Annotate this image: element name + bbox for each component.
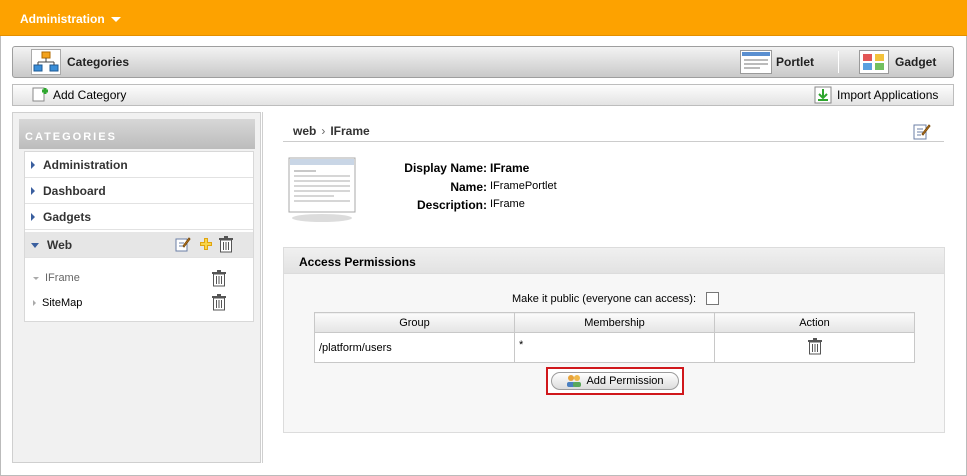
breadcrumb: web › IFrame [293,124,370,138]
tab-gadget-label: Gadget [895,55,937,69]
tab-categories[interactable]: Categories [31,49,129,75]
add-category-button[interactable]: Add Category [31,86,126,104]
subitem-iframe[interactable]: IFrame [25,266,253,290]
category-item-web[interactable]: Web [25,232,253,258]
add-permission-label: Add Permission [586,375,664,387]
access-permissions-heading: Access Permissions [284,248,944,274]
categories-heading: CATEGORIES [19,119,255,149]
make-public-row: Make it public (everyone can access): [512,292,720,305]
table-header-row: Group Membership Action [314,312,915,333]
edit-icon[interactable] [175,236,191,252]
import-applications-button[interactable]: Import Applications [814,86,938,104]
chevron-right-icon [31,212,35,221]
administration-menu[interactable]: Administration [20,12,121,26]
category-list: Administration Dashboard Gadgets Web IFr… [24,151,254,322]
chevron-down-icon [31,243,39,248]
panel-divider [262,112,263,463]
category-item-gadgets[interactable]: Gadgets [25,204,253,230]
chevron-down-icon [33,276,39,280]
application-detail: web › IFrame Display Name: IFrame Name: IF… [271,112,955,463]
toolbar: Add Category Import Applications [12,84,954,106]
display-name-label: Display Name: [404,161,487,175]
column-header-group: Group [314,312,515,333]
users-icon [566,374,582,388]
category-label: Web [47,237,73,252]
breadcrumb-current: IFrame [330,124,370,138]
subitem-label: IFrame [45,272,80,284]
subitem-label: SiteMap [42,297,83,309]
tab-portlet-label: Portlet [776,55,815,69]
column-header-membership: Membership [514,312,715,333]
gadget-icon [859,50,889,74]
name-label: Name: [450,180,487,194]
breadcrumb-parent[interactable]: web [293,124,316,138]
trash-icon[interactable] [807,337,823,355]
tab-separator [838,51,839,73]
breadcrumb-divider [283,141,944,142]
column-header-action: Action [714,312,915,333]
category-label: Administration [43,157,128,172]
add-plus-icon[interactable] [199,237,213,251]
breadcrumb-separator-icon: › [321,124,326,138]
category-item-administration[interactable]: Administration [25,152,253,178]
edit-icon[interactable] [913,122,931,140]
top-nav-bar: Administration [0,0,967,36]
chevron-down-icon [110,17,121,23]
make-public-checkbox[interactable] [706,292,720,305]
description-label: Description: [416,198,487,212]
chevron-right-icon [31,160,35,169]
subitem-sitemap[interactable]: SiteMap [25,291,253,315]
add-category-label: Add Category [53,88,127,102]
tab-gadget[interactable]: Gadget [859,49,936,75]
portlet-icon [740,50,772,74]
import-applications-label: Import Applications [837,88,939,102]
table-row: /platform/users * [314,332,915,363]
trash-icon[interactable] [211,269,227,287]
cell-action [714,332,915,363]
administration-menu-label: Administration [20,12,105,26]
import-icon [814,86,832,104]
add-icon [31,86,49,104]
category-label: Dashboard [43,183,106,198]
category-label: Gadgets [43,209,92,224]
tab-portlet[interactable]: Portlet [740,49,814,75]
make-public-label: Make it public (everyone can access): [512,292,697,305]
iframe-thumbnail-icon [287,156,357,224]
permissions-table: Group Membership Action /platform/users … [314,312,915,363]
app-bar: Categories Portlet Gadget [12,46,954,78]
tab-categories-label: Categories [67,55,130,69]
add-permission-highlight: Add Permission [546,367,684,395]
add-permission-button[interactable]: Add Permission [551,372,679,390]
description-value: IFrame [490,198,525,210]
org-chart-icon [31,49,61,75]
chevron-right-icon [33,300,36,306]
category-item-dashboard[interactable]: Dashboard [25,178,253,204]
access-permissions-panel: Access Permissions Make it public (every… [283,247,945,433]
chevron-right-icon [31,186,35,195]
name-value: IFramePortlet [490,180,557,192]
trash-icon[interactable] [211,293,227,311]
cell-group: /platform/users [314,332,515,363]
cell-membership: * [514,332,715,363]
trash-icon[interactable] [218,235,234,253]
display-name-value: IFrame [490,161,530,175]
